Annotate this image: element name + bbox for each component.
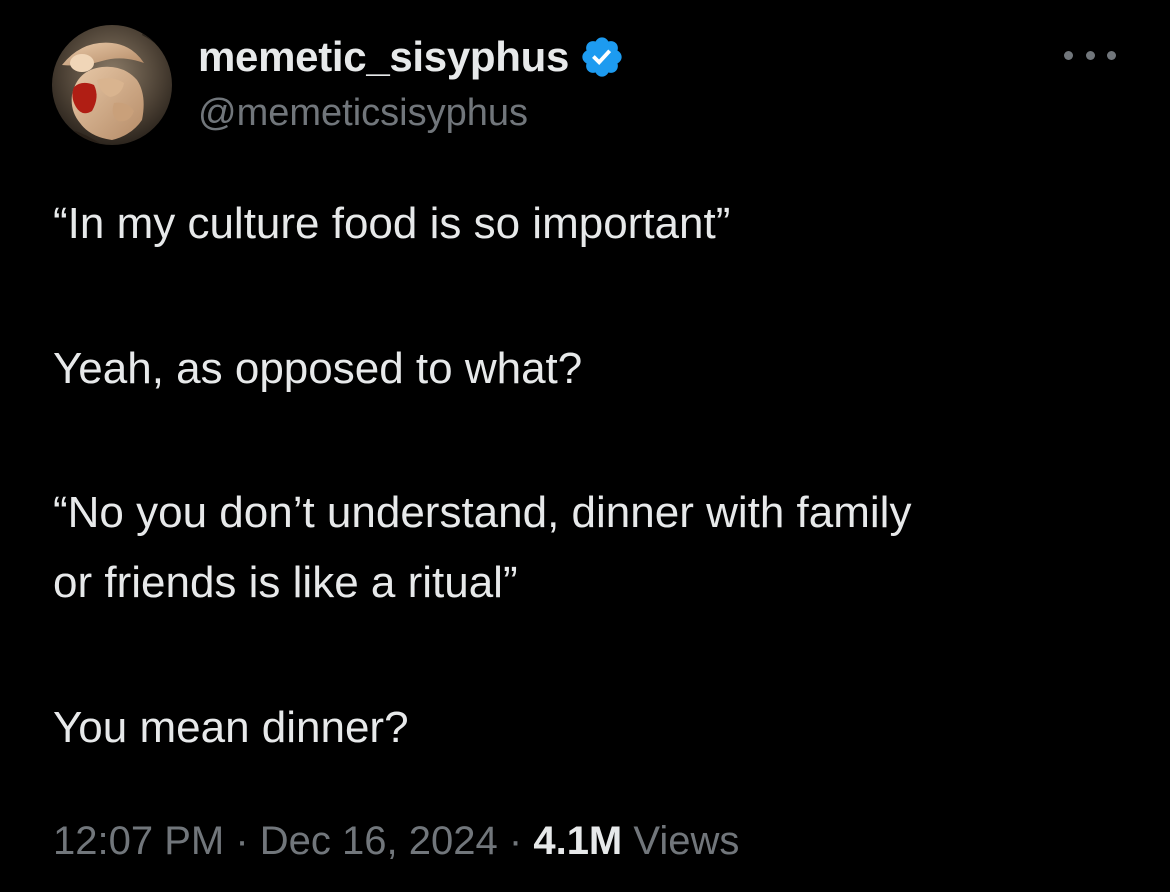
tweet-text-line: or friends is like a ritual”	[53, 558, 518, 607]
more-dot	[1107, 50, 1116, 60]
user-handle[interactable]: @memeticsisyphus	[198, 92, 528, 135]
meta-separator: ·	[235, 819, 249, 863]
avatar-image	[52, 25, 172, 145]
tweet-text-line: “No you don’t understand, dinner with fa…	[53, 488, 912, 537]
tweet-time[interactable]: 12:07 PM	[53, 819, 224, 863]
views-label: Views	[633, 819, 740, 863]
more-options-icon[interactable]	[1064, 40, 1116, 70]
tweet-text-line: You mean dinner?	[53, 703, 409, 752]
tweet-text-line: “In my culture food is so important”	[53, 199, 731, 248]
avatar[interactable]	[52, 25, 172, 145]
author-name-row: memetic_sisyphus	[198, 30, 625, 84]
views-count[interactable]: 4.1M	[533, 819, 622, 863]
more-dot	[1064, 50, 1073, 60]
tweet: memetic_sisyphus @memeticsisyphus “In my…	[0, 0, 1170, 892]
tweet-text-line: Yeah, as opposed to what?	[53, 344, 583, 393]
more-dot	[1085, 50, 1095, 60]
display-name[interactable]: memetic_sisyphus	[198, 33, 569, 81]
meta-separator: ·	[508, 819, 523, 863]
tweet-meta: 12:07 PM · Dec 16, 2024 · 4.1M Views	[53, 815, 739, 867]
tweet-date[interactable]: Dec 16, 2024	[260, 819, 498, 863]
verified-badge-icon[interactable]	[579, 34, 625, 80]
